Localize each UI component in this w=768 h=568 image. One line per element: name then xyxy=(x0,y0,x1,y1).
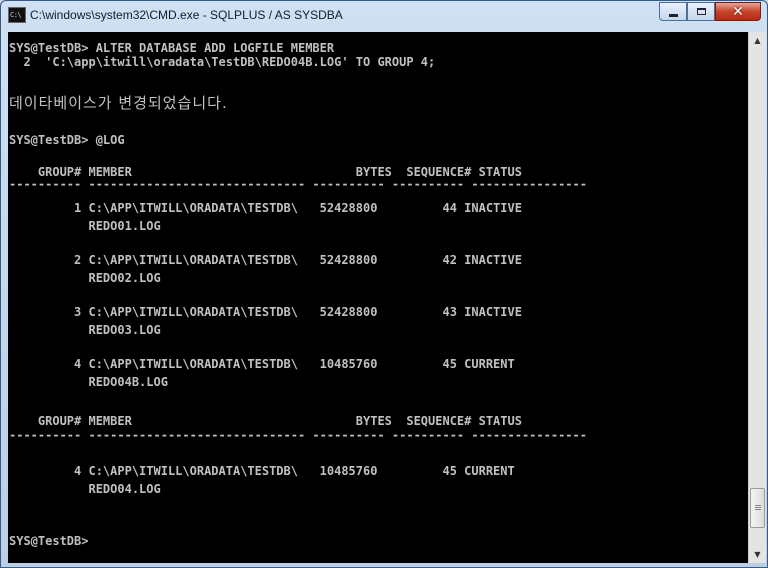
console-icon-text: C:\ xyxy=(10,11,22,19)
maximize-icon xyxy=(696,8,706,15)
scrollbar-thumb[interactable] xyxy=(750,488,765,528)
scroll-down-icon: ▼ xyxy=(754,550,761,559)
close-icon: ✕ xyxy=(732,3,744,20)
window-controls: ✕ xyxy=(659,2,761,22)
console-line: REDO02.LOG xyxy=(9,271,161,285)
scroll-up-button[interactable]: ▲ xyxy=(749,32,766,49)
minimize-button[interactable] xyxy=(659,2,687,21)
console-line: 데이타베이스가 변경되었습니다. xyxy=(9,94,228,112)
console-line: 1 C:\APP\ITWILL\ORADATA\TESTDB\ 52428800… xyxy=(9,201,522,215)
console-line: REDO04.LOG xyxy=(9,482,161,496)
console-line: ---------- -----------------------------… xyxy=(9,428,587,442)
console-line: SYS@TestDB> @LOG xyxy=(9,133,125,147)
cmd-window: C:\ C:\windows\system32\CMD.exe - SQLPLU… xyxy=(0,0,768,568)
vertical-scrollbar[interactable]: ▲ ▼ xyxy=(748,32,766,563)
scroll-up-icon: ▲ xyxy=(754,36,761,45)
console-line: 3 C:\APP\ITWILL\ORADATA\TESTDB\ 52428800… xyxy=(9,305,522,319)
console-line: SYS@TestDB> ALTER DATABASE ADD LOGFILE M… xyxy=(9,41,335,55)
console-line: ---------- -----------------------------… xyxy=(9,177,587,191)
title-bar[interactable]: C:\ C:\windows\system32\CMD.exe - SQLPLU… xyxy=(1,1,767,31)
grip-icon xyxy=(755,505,761,506)
console-window-icon[interactable]: C:\ xyxy=(8,7,26,23)
window-title: C:\windows\system32\CMD.exe - SQLPLUS / … xyxy=(30,8,343,22)
console-line: 2 C:\APP\ITWILL\ORADATA\TESTDB\ 52428800… xyxy=(9,253,522,267)
console-line: 4 C:\APP\ITWILL\ORADATA\TESTDB\ 10485760… xyxy=(9,357,515,371)
minimize-icon xyxy=(668,14,678,17)
console-line: SYS@TestDB> xyxy=(9,534,89,548)
console-line: GROUP# MEMBER BYTES SEQUENCE# STATUS xyxy=(9,414,522,428)
console-line: 4 C:\APP\ITWILL\ORADATA\TESTDB\ 10485760… xyxy=(9,464,515,478)
console-line: 2 'C:\app\itwill\oradata\TestDB\REDO04B.… xyxy=(9,55,436,69)
close-button[interactable]: ✕ xyxy=(715,2,761,21)
console-line: REDO01.LOG xyxy=(9,219,161,233)
scroll-down-button[interactable]: ▼ xyxy=(749,546,766,563)
console-output[interactable]: SYS@TestDB> ALTER DATABASE ADD LOGFILE M… xyxy=(8,32,748,563)
maximize-button[interactable] xyxy=(687,2,715,21)
console-line: REDO03.LOG xyxy=(9,323,161,337)
console-line: REDO04B.LOG xyxy=(9,375,168,389)
